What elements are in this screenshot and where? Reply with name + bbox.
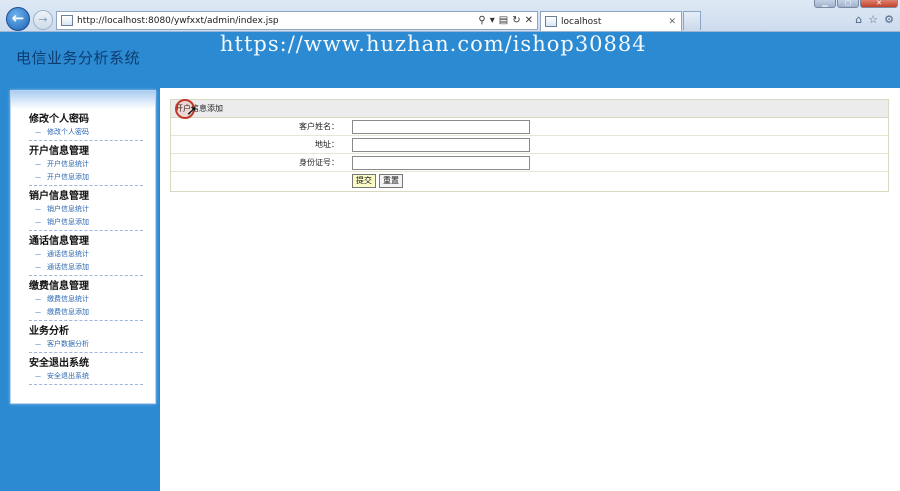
submit-button[interactable]: 提交 <box>352 174 376 188</box>
menu-group-title[interactable]: 安全退出系统 <box>29 358 143 370</box>
address-tools: ⚲ ▾ ▤ ↻ ✕ <box>478 15 537 26</box>
customer-name-label: 客户姓名： <box>299 122 339 131</box>
dropdown-icon[interactable]: ▾ <box>490 15 495 26</box>
field-row-address: 地址： <box>171 136 888 154</box>
menu-item[interactable]: 客户数据分析 <box>29 338 143 351</box>
menu-divider <box>29 230 143 231</box>
minimize-button[interactable]: ▁ <box>814 0 836 8</box>
menu-item[interactable]: 安全退出系统 <box>29 370 143 383</box>
form-title: 开户信息添加 <box>171 100 888 118</box>
menu-divider <box>29 384 143 385</box>
field-row-idcard: 身份证号： <box>171 154 888 172</box>
menu-group-title[interactable]: 销户信息管理 <box>29 191 143 203</box>
menu-group-title[interactable]: 通话信息管理 <box>29 236 143 248</box>
browser-chrome: ▁ ▢ ✕ ← → http://localhost:8080/ywfxxt/a… <box>0 0 900 32</box>
maximize-button[interactable]: ▢ <box>837 0 859 8</box>
address-label: 地址： <box>315 140 339 149</box>
gear-icon[interactable]: ⚙ <box>884 13 894 26</box>
menu-item[interactable]: 通话信息添加 <box>29 261 143 274</box>
tab-close-icon[interactable]: ✕ <box>668 17 681 27</box>
customer-name-input[interactable] <box>352 120 530 134</box>
address-bar[interactable]: http://localhost:8080/ywfxxt/admin/index… <box>56 11 538 30</box>
app-header: 电信业务分析系统 https://www.huzhan.com/ishop308… <box>0 32 900 88</box>
forward-arrow-icon: → <box>38 13 48 26</box>
menu-item[interactable]: 开户信息添加 <box>29 171 143 184</box>
sidebar-menu: 修改个人密码修改个人密码开户信息管理开户信息统计开户信息添加销户信息管理销户信息… <box>10 90 156 404</box>
form-buttons: 提交 重置 <box>352 174 403 188</box>
forward-button[interactable]: → <box>33 10 53 30</box>
refresh-icon[interactable]: ↻ <box>512 15 520 26</box>
id-card-input[interactable] <box>352 156 530 170</box>
compat-icon[interactable]: ▤ <box>499 15 508 26</box>
url-text[interactable]: http://localhost:8080/ywfxxt/admin/index… <box>77 16 478 26</box>
menu-item[interactable]: 通话信息统计 <box>29 248 143 261</box>
window-controls: ▁ ▢ ✕ <box>814 0 898 8</box>
menu-item[interactable]: 缴费信息统计 <box>29 293 143 306</box>
add-account-form: 开户信息添加 客户姓名： 地址： 身份证号： 提交 重置 <box>170 99 889 192</box>
menu-group-title[interactable]: 修改个人密码 <box>29 114 143 126</box>
menu-item[interactable]: 销户信息统计 <box>29 203 143 216</box>
search-icon[interactable]: ⚲ <box>478 15 485 26</box>
stop-icon[interactable]: ✕ <box>525 15 533 26</box>
menu-item[interactable]: 销户信息添加 <box>29 216 143 229</box>
menu-divider <box>29 275 143 276</box>
menu-divider <box>29 352 143 353</box>
menu-group-title[interactable]: 业务分析 <box>29 326 143 338</box>
menu-item[interactable]: 缴费信息添加 <box>29 306 143 319</box>
browser-tab[interactable]: localhost ✕ <box>540 11 682 31</box>
sidebar-header <box>11 91 155 109</box>
close-window-button[interactable]: ✕ <box>860 0 898 8</box>
field-row-name: 客户姓名： <box>171 118 888 136</box>
menu-list: 修改个人密码修改个人密码开户信息管理开户信息统计开户信息添加销户信息管理销户信息… <box>11 114 155 385</box>
menu-divider <box>29 140 143 141</box>
menu-group-title[interactable]: 开户信息管理 <box>29 146 143 158</box>
browser-tools: ⌂ ☆ ⚙ <box>855 13 894 26</box>
main-content: 开户信息添加 客户姓名： 地址： 身份证号： 提交 重置 <box>160 88 900 491</box>
page-icon <box>61 15 73 26</box>
address-input[interactable] <box>352 138 530 152</box>
menu-item[interactable]: 开户信息统计 <box>29 158 143 171</box>
id-card-label: 身份证号： <box>299 158 339 167</box>
mouse-cursor-icon: ➚ <box>186 103 198 119</box>
tab-title: localhost <box>561 16 602 27</box>
home-icon[interactable]: ⌂ <box>855 13 862 26</box>
tab-page-icon <box>545 16 557 27</box>
app-title: 电信业务分析系统 <box>16 49 141 67</box>
menu-item[interactable]: 修改个人密码 <box>29 126 143 139</box>
reset-button[interactable]: 重置 <box>379 174 403 188</box>
button-row: 提交 重置 <box>171 172 888 190</box>
menu-group-title[interactable]: 缴费信息管理 <box>29 281 143 293</box>
back-arrow-icon: ← <box>11 9 25 27</box>
new-tab-button[interactable] <box>683 11 701 30</box>
menu-divider <box>29 320 143 321</box>
favorites-star-icon[interactable]: ☆ <box>868 13 878 26</box>
watermark-url: https://www.huzhan.com/ishop30884 <box>220 32 647 56</box>
back-button[interactable]: ← <box>6 7 30 31</box>
menu-divider <box>29 185 143 186</box>
